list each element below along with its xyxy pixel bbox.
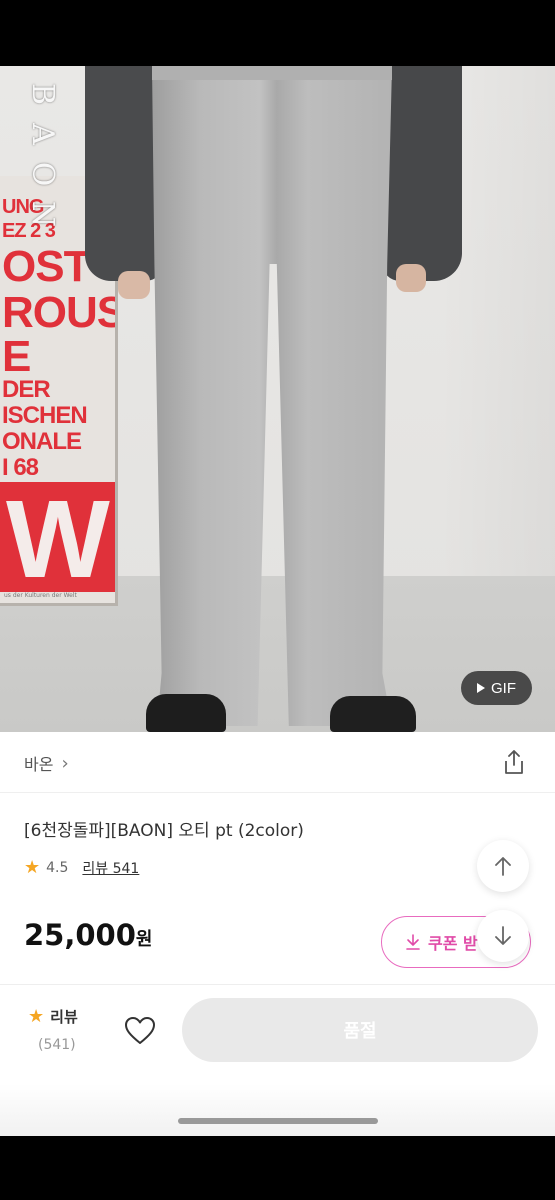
brand-name: 바온 xyxy=(24,755,54,774)
product-image[interactable]: UNG EZ 2 3 OST ROUS E DER ISCHEN ONALE I… xyxy=(0,66,555,732)
divider xyxy=(0,984,555,985)
home-indicator[interactable] xyxy=(178,1118,378,1124)
shoe-left xyxy=(146,694,226,732)
review-summary-button[interactable]: ★ 리뷰 (541) xyxy=(28,1006,98,1053)
poster-graphic: W xyxy=(0,478,115,601)
poster-big-letter: W xyxy=(6,478,110,601)
shoe-right xyxy=(330,696,416,732)
arrow-up-icon xyxy=(495,857,511,876)
logo-letter: N xyxy=(25,200,60,228)
scroll-up-button[interactable] xyxy=(477,840,529,892)
price-unit: 원 xyxy=(135,929,153,950)
download-icon xyxy=(406,934,420,950)
poster-text: ROUS xyxy=(2,288,118,337)
product-title: [6천장돌파][BAON] 오티 pt (2color) xyxy=(24,821,304,841)
waistband xyxy=(152,66,392,80)
status-bar xyxy=(0,0,555,66)
review-label: 리뷰 xyxy=(50,1008,78,1026)
poster-text: OST xyxy=(2,242,90,291)
sweatshirt-sleeve-right xyxy=(382,66,462,281)
gif-label: GIF xyxy=(491,679,516,697)
poster-footnote: us der Kulturen der Welt xyxy=(4,592,77,599)
hand-left xyxy=(118,271,150,299)
share-icon[interactable] xyxy=(501,748,527,776)
price-value: 25,000 xyxy=(24,918,136,952)
poster-text: ISCHEN xyxy=(2,402,88,429)
poster-text: DER xyxy=(2,376,51,403)
review-count-link[interactable]: 리뷰 541 xyxy=(82,858,139,878)
chevron-right-icon: › xyxy=(61,752,69,774)
divider xyxy=(0,792,555,793)
hand-right xyxy=(396,264,426,292)
scroll-down-button[interactable] xyxy=(477,910,529,962)
poster-text: E xyxy=(2,332,31,381)
star-icon: ★ xyxy=(24,857,41,878)
price: 25,000원 xyxy=(24,918,152,952)
gif-play-button[interactable]: GIF xyxy=(461,671,532,705)
product-info-panel: 바온 › [6천장돌파][BAON] 오티 pt (2color) ★ 4.5 … xyxy=(0,732,555,1136)
star-icon: ★ xyxy=(28,1005,45,1027)
heart-icon[interactable] xyxy=(124,1016,156,1046)
logo-letter: A xyxy=(25,123,60,145)
arrow-down-icon xyxy=(495,926,511,945)
bottom-fade xyxy=(0,1084,555,1136)
brand-link[interactable]: 바온 › xyxy=(24,750,69,776)
review-count: (541) xyxy=(38,1037,76,1053)
brand-logo-watermark: B A O N xyxy=(22,74,62,234)
logo-letter: O xyxy=(25,161,60,187)
soldout-button[interactable]: 품절 xyxy=(182,998,538,1062)
play-icon xyxy=(477,683,485,693)
coupon-label: 쿠폰 받 xyxy=(428,934,478,953)
rating-summary: ★ 4.5 리뷰 541 xyxy=(24,858,139,878)
logo-letter: B xyxy=(25,82,60,106)
bottom-bezel xyxy=(0,1136,555,1200)
rating-value: 4.5 xyxy=(46,860,69,876)
poster-text: ONALE xyxy=(2,428,82,455)
